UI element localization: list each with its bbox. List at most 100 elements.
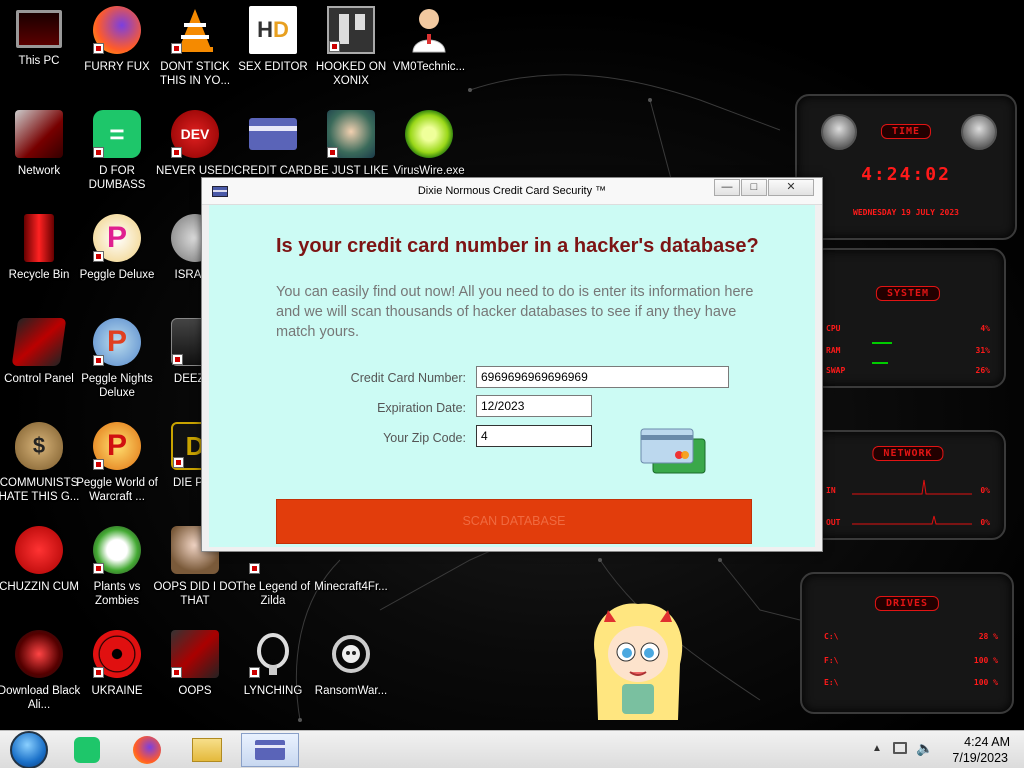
desktop-icon-label: D FOR DUMBASS — [88, 165, 146, 191]
desktop-icon-oops[interactable]: OOPS — [156, 630, 234, 730]
d-app-icon: = — [93, 110, 141, 158]
network-graph — [852, 479, 972, 525]
network-tray-icon[interactable] — [893, 742, 907, 754]
desktop-icon-recycle-bin[interactable]: Recycle Bin — [0, 214, 78, 314]
credit-card-security-window: Dixie Normous Credit Card Security ™ — □… — [201, 177, 823, 552]
drives-gadget: DRIVES C:\ 28 % F:\ 100 % E:\ 100 % — [800, 572, 1014, 714]
card-number-input[interactable] — [476, 366, 729, 388]
taskbar-firefox[interactable] — [118, 733, 176, 767]
expiration-date-input[interactable] — [476, 395, 592, 417]
desktop-icon-label: Plants vs Zombies — [93, 581, 141, 607]
desktop-icon-label: NEVER USED! — [156, 165, 234, 177]
window-titlebar[interactable]: Dixie Normous Credit Card Security ™ — □… — [202, 178, 822, 205]
elf-icon — [327, 110, 375, 158]
pvz-icon — [93, 526, 141, 574]
desktop-icon-sex-editor[interactable]: HD SEX EDITOR — [234, 6, 312, 106]
cpu-label: CPU — [826, 324, 841, 333]
drive-c-label: C:\ — [824, 632, 839, 641]
credit-card-app-icon — [255, 740, 285, 760]
drive-f-label: F:\ — [824, 656, 839, 665]
swap-meter — [872, 362, 888, 364]
desktop-icon-peggle-wow[interactable]: P Peggle World of Warcraft ... — [76, 422, 158, 522]
desktop-icon-label: DONT STICK THIS IN YO... — [159, 61, 231, 87]
show-hidden-icons-arrow[interactable]: ▲ — [872, 743, 882, 754]
desktop-icon-communists[interactable]: $ COMMUNISTS HATE THIS G... — [0, 422, 80, 522]
network-gadget: NETWORK IN 0% OUT 0% — [810, 430, 1006, 540]
desktop-icon-label: LYNCHING — [243, 685, 303, 697]
cartoon-character-sticker — [594, 603, 683, 720]
desktop-icon-label: Network — [17, 165, 61, 177]
desktop-icon-label: BE JUST LIKE — [313, 165, 389, 177]
ram-value: 31% — [975, 346, 990, 355]
peggle-icon: P — [93, 214, 141, 262]
desktop-icon-label: Peggle Nights Deluxe — [81, 373, 153, 399]
vlc-icon — [171, 6, 219, 54]
desktop-icon-network[interactable]: Network — [0, 110, 78, 210]
taskbar-clock-time[interactable]: 4:24 AM — [964, 735, 1010, 749]
system-gadget-title: SYSTEM — [875, 286, 941, 301]
desktop-icon-label: OOPS — [178, 685, 212, 697]
lime-icon — [405, 110, 453, 158]
ram-label: RAM — [826, 346, 841, 355]
peggle-wow-icon: P — [93, 422, 141, 470]
desktop-icon-label: Peggle Deluxe — [79, 269, 155, 281]
desktop-icon-label: CREDIT CARD — [233, 165, 313, 177]
control-panel-icon — [11, 318, 67, 366]
drive-e-label: E:\ — [824, 678, 839, 687]
network-gadget-title: NETWORK — [872, 446, 944, 461]
drive-f-value: 100 % — [973, 656, 998, 665]
desktop-icon-hooked-on-xonix[interactable]: HOOKED ON XONIX — [312, 6, 390, 106]
taskbar-file-explorer[interactable] — [178, 733, 236, 767]
time-gadget: TIME 4:24:02 WEDNESDAY 19 JULY 2023 — [795, 94, 1017, 240]
swap-value: 26% — [975, 366, 990, 375]
desktop-icon-label: CHUZZIN CUM — [0, 581, 79, 593]
desktop-icon-ransomware[interactable]: RansomWar... — [312, 630, 390, 730]
peggle-nights-icon: P — [93, 318, 141, 366]
drive-c-value: 28 % — [978, 632, 998, 641]
volume-icon[interactable]: 🔈 — [916, 740, 933, 757]
desktop-icon-label: SEX EDITOR — [238, 61, 308, 73]
desktop-icon-furry-fux[interactable]: FURRY FUX — [78, 6, 156, 106]
intro-text: You can easily find out now! All you nee… — [276, 284, 754, 340]
maximize-button[interactable]: □ — [741, 179, 767, 196]
net-out-label: OUT — [826, 518, 841, 527]
firefox-icon — [93, 6, 141, 54]
desktop-icon-label: Peggle World of Warcraft ... — [76, 477, 158, 503]
credit-card-app-icon — [249, 118, 297, 150]
desktop-icon-dont-stick[interactable]: DONT STICK THIS IN YO... — [156, 6, 234, 106]
close-button[interactable]: ✕ — [768, 179, 814, 196]
gadget-date: WEDNESDAY 19 JULY 2023 — [853, 208, 959, 217]
desktop-icon-label: COMMUNISTS HATE THIS G... — [0, 477, 80, 503]
start-orb-icon — [10, 731, 48, 768]
desktop-icon-download-black-ali[interactable]: Download Black Ali... — [0, 630, 80, 730]
desktop-icon-control-panel[interactable]: Control Panel — [0, 318, 78, 418]
oops-icon — [171, 630, 219, 678]
desktop-icon-plants-vs-zombies[interactable]: Plants vs Zombies — [78, 526, 156, 626]
alienware-icon — [15, 630, 63, 678]
zip-code-input[interactable] — [476, 425, 592, 447]
drive-e-value: 100 % — [973, 678, 998, 687]
network-icon — [15, 110, 63, 158]
money-bag-icon: $ — [15, 422, 63, 470]
desktop-icon-chuzzin[interactable]: CHUZZIN CUM — [0, 526, 79, 626]
taskbar-clock-date[interactable]: 7/19/2023 — [952, 751, 1008, 765]
drives-gadget-title: DRIVES — [874, 596, 940, 611]
card-number-label: Credit Card Number: — [350, 371, 466, 385]
desktop-icon-label: Control Panel — [4, 373, 74, 385]
desktop-icon-this-pc[interactable]: This PC — [0, 6, 78, 106]
desktop-icon-peggle-deluxe[interactable]: P Peggle Deluxe — [78, 214, 156, 314]
desktop-icon-vm0technic[interactable]: VM0Technic... — [390, 6, 468, 106]
desktop-icon-lynching[interactable]: LYNCHING — [234, 630, 312, 730]
scan-database-button[interactable]: SCAN DATABASE — [276, 499, 752, 544]
minimize-button[interactable]: — — [714, 179, 740, 196]
desktop-icon-d-for-dumbass[interactable]: = D FOR DUMBASS — [78, 110, 156, 210]
start-button[interactable] — [0, 731, 58, 768]
taskbar-d-app[interactable] — [58, 733, 116, 767]
technician-icon — [405, 6, 453, 54]
time-gadget-title: TIME — [880, 124, 932, 139]
desktop-icon-ukraine[interactable]: UKRAINE — [78, 630, 156, 730]
desktop-icon-peggle-nights[interactable]: P Peggle Nights Deluxe — [78, 318, 156, 418]
system-gadget: SYSTEM CPU 4% RAM 31% SWAP 26% — [810, 248, 1006, 388]
radiation-icon — [93, 630, 141, 678]
taskbar-credit-card-app[interactable] — [241, 733, 299, 767]
